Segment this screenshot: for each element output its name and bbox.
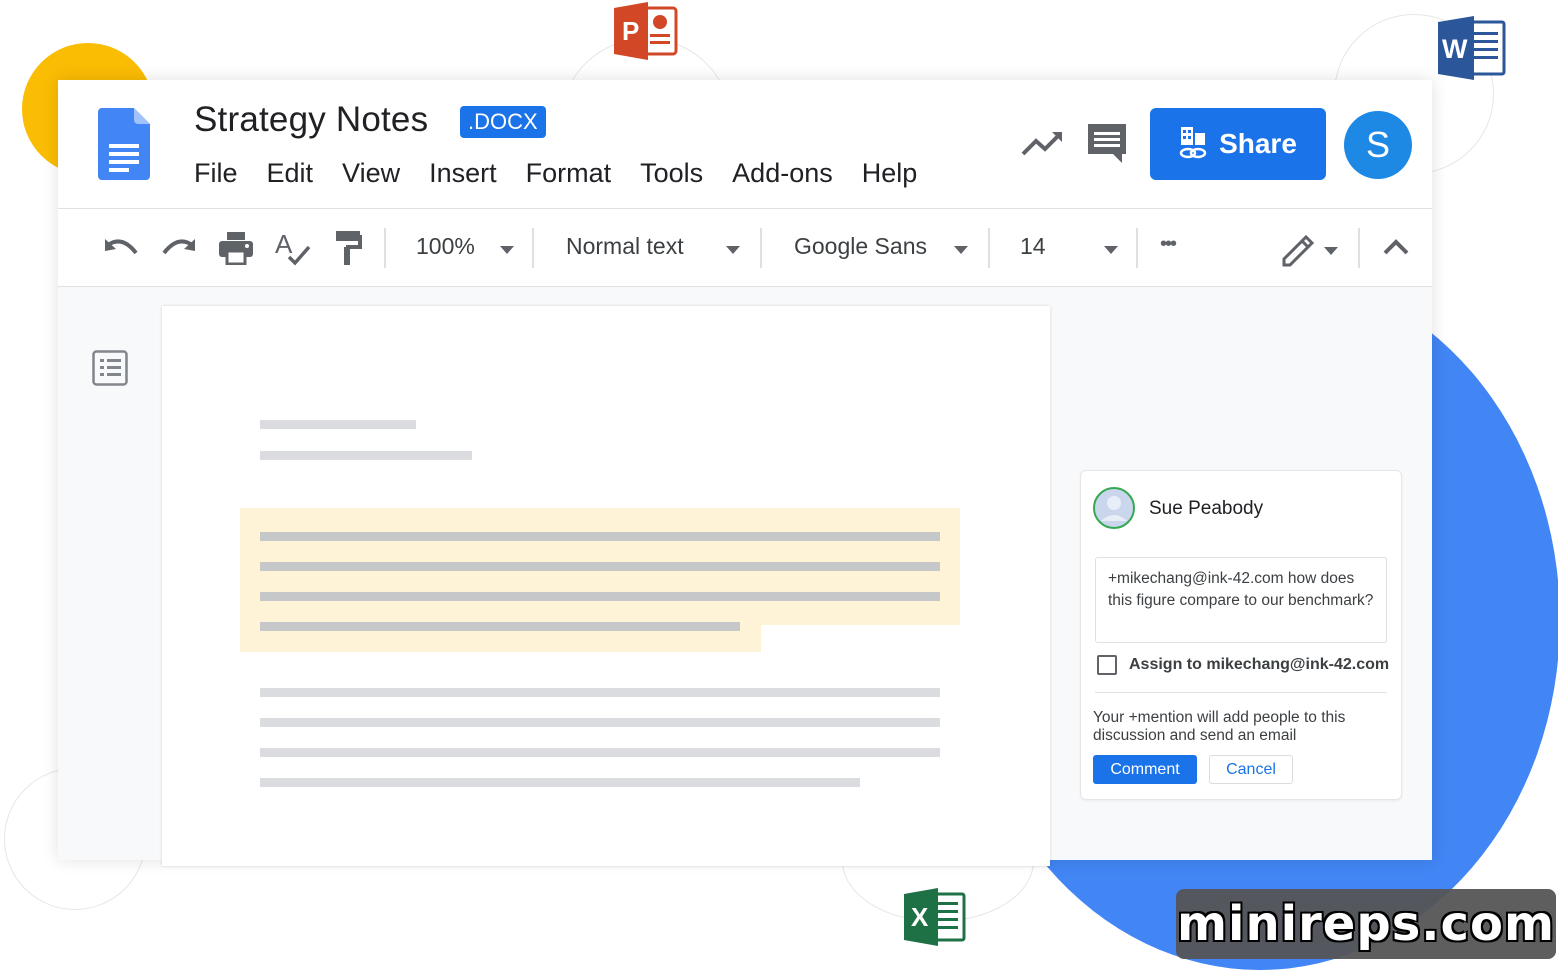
toolbar-divider xyxy=(1136,228,1138,268)
spellcheck-icon[interactable]: A xyxy=(275,229,311,267)
font-size-dropdown[interactable]: 14 xyxy=(1008,209,1126,286)
chevron-down-icon xyxy=(500,246,514,254)
comment-submit-button[interactable]: Comment xyxy=(1093,755,1197,784)
undo-icon[interactable] xyxy=(104,233,140,263)
menu-bar: File Edit View Insert Format Tools Add-o… xyxy=(194,158,946,189)
text-line-placeholder xyxy=(260,718,940,727)
pencil-icon xyxy=(1282,234,1338,267)
paragraph-style-dropdown[interactable]: Normal text xyxy=(552,209,748,286)
toolbar-divider xyxy=(1358,228,1360,268)
google-docs-logo-icon[interactable] xyxy=(98,108,150,180)
menu-view[interactable]: View xyxy=(342,158,400,189)
toolbar-divider xyxy=(760,228,762,268)
comment-cancel-button[interactable]: Cancel xyxy=(1209,755,1293,784)
comment-input-text: +mikechang@ink-42.com how does this figu… xyxy=(1108,570,1374,609)
font-family-value: Google Sans xyxy=(794,233,927,259)
toolbar-divider xyxy=(988,228,990,268)
share-label: Share xyxy=(1219,128,1297,159)
svg-text:X: X xyxy=(911,902,929,932)
watermark: minireps.com xyxy=(1176,889,1556,959)
svg-text:A: A xyxy=(275,229,293,259)
document-title[interactable]: Strategy Notes xyxy=(194,100,428,140)
font-size-value: 14 xyxy=(1020,233,1046,259)
file-extension-badge: .DOCX xyxy=(460,106,546,138)
user-avatar[interactable]: S xyxy=(1344,111,1412,179)
menu-file[interactable]: File xyxy=(194,158,238,189)
toolbar-divider xyxy=(384,228,386,268)
excel-icon: X xyxy=(904,888,966,946)
text-line-placeholder xyxy=(260,688,940,697)
highlighted-text-line xyxy=(260,562,940,571)
document-outline-icon[interactable] xyxy=(92,350,128,386)
redo-icon[interactable] xyxy=(160,233,196,263)
watermark-text: minireps.com xyxy=(1177,896,1555,952)
comment-card: Sue Peabody +mikechang@ink-42.com how do… xyxy=(1080,470,1402,800)
menu-insert[interactable]: Insert xyxy=(429,158,497,189)
more-options-button[interactable]: ••• xyxy=(1158,231,1192,261)
zoom-dropdown[interactable]: 100% xyxy=(404,209,522,286)
document-page[interactable] xyxy=(162,306,1050,866)
menu-edit[interactable]: Edit xyxy=(267,158,314,189)
menu-help[interactable]: Help xyxy=(862,158,918,189)
text-line-placeholder xyxy=(260,748,940,757)
mention-note: Your +mention will add people to this di… xyxy=(1093,709,1346,744)
card-divider xyxy=(1095,692,1387,693)
text-line-placeholder xyxy=(260,778,860,787)
chevron-down-icon xyxy=(726,246,740,254)
formatting-toolbar: A 100% Normal text Google Sans 14 ••• xyxy=(58,209,1432,287)
highlighted-text-line xyxy=(260,532,940,541)
commenter-avatar xyxy=(1093,487,1135,529)
menu-tools[interactable]: Tools xyxy=(640,158,703,189)
assign-row[interactable]: Assign to mikechang@ink-42.com xyxy=(1097,655,1389,675)
paint-format-icon[interactable] xyxy=(334,229,364,267)
highlighted-text-line xyxy=(260,592,940,601)
chevron-down-icon xyxy=(954,246,968,254)
share-people-icon xyxy=(1179,125,1207,164)
assign-checkbox[interactable] xyxy=(1097,655,1117,675)
svg-text:W: W xyxy=(1442,34,1468,64)
menu-add-ons[interactable]: Add-ons xyxy=(732,158,833,189)
chevron-down-icon xyxy=(1104,246,1118,254)
text-line-placeholder xyxy=(260,420,416,429)
comment-input[interactable]: +mikechang@ink-42.com how does this figu… xyxy=(1095,557,1387,643)
word-icon: W xyxy=(1438,16,1506,80)
more-horiz-icon: ••• xyxy=(1160,233,1177,255)
print-icon[interactable] xyxy=(218,231,254,266)
activity-trend-icon[interactable] xyxy=(1020,128,1064,158)
share-button[interactable]: Share xyxy=(1150,108,1326,180)
font-family-dropdown[interactable]: Google Sans xyxy=(780,209,976,286)
highlighted-text-line xyxy=(260,622,740,631)
menu-format[interactable]: Format xyxy=(526,158,612,189)
collapse-chevron-up-icon[interactable] xyxy=(1382,235,1410,259)
commenter-name: Sue Peabody xyxy=(1149,498,1264,519)
svg-text:P: P xyxy=(622,16,639,46)
paragraph-style-value: Normal text xyxy=(566,233,684,259)
toolbar-divider xyxy=(532,228,534,268)
zoom-value: 100% xyxy=(416,233,475,259)
docs-window: Strategy Notes .DOCX File Edit View Inse… xyxy=(58,80,1432,866)
title-bar: Strategy Notes .DOCX File Edit View Inse… xyxy=(58,80,1432,209)
editing-mode-dropdown[interactable] xyxy=(1278,229,1342,267)
text-line-placeholder xyxy=(260,451,472,460)
powerpoint-icon: P xyxy=(614,2,678,60)
comments-icon[interactable] xyxy=(1086,122,1128,164)
assign-label[interactable]: Assign to mikechang@ink-42.com xyxy=(1129,656,1389,674)
